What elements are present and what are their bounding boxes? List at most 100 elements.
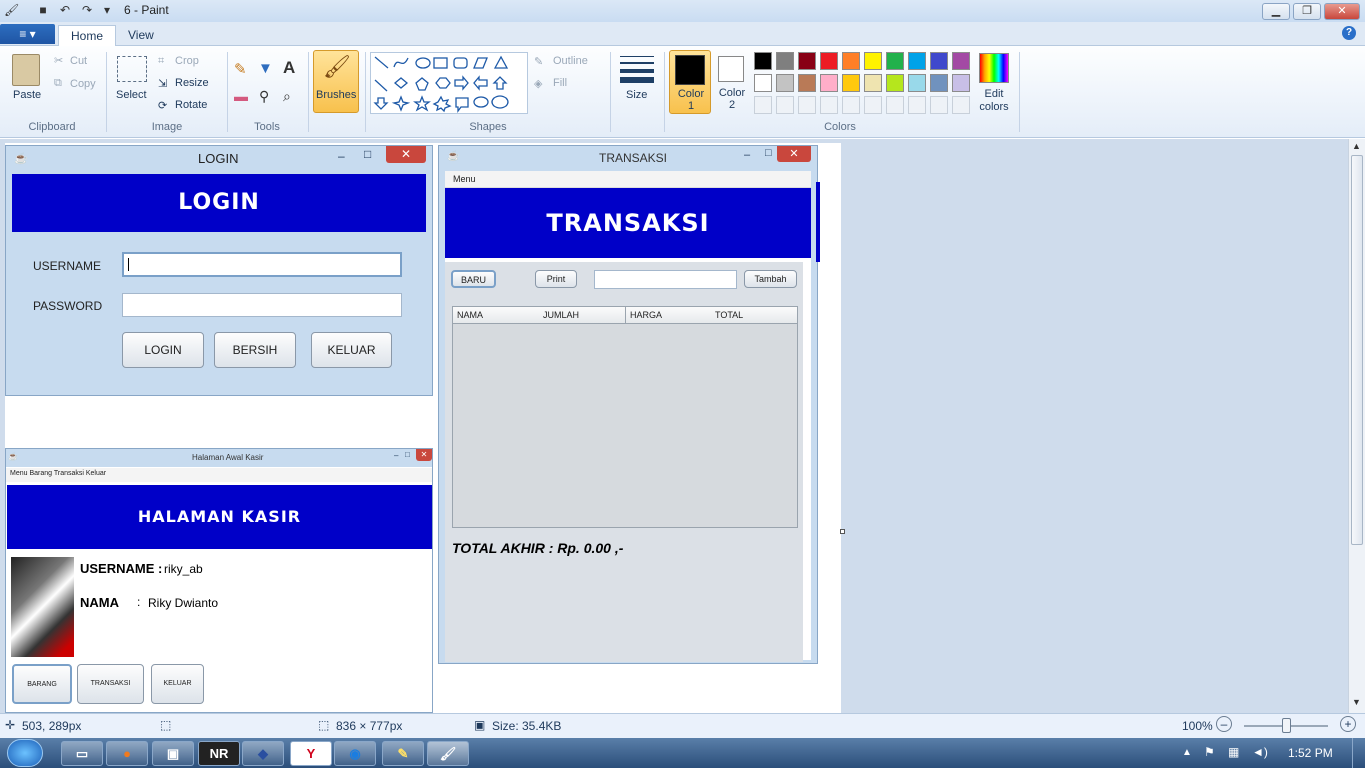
menu-item-menu[interactable]: Menu [453, 174, 476, 184]
kasir-transaksi-button[interactable]: TRANSAKSI [77, 664, 144, 704]
nr-taskbar-icon[interactable]: NR [198, 741, 240, 766]
vertical-scrollbar[interactable]: ▲ ▼ [1348, 139, 1365, 713]
magnifier-icon[interactable]: ⌕ [283, 88, 291, 105]
text-tool-icon[interactable]: A [283, 58, 295, 78]
tab-view[interactable]: View [116, 25, 166, 46]
print-button[interactable]: Print [535, 270, 577, 288]
color-swatch[interactable] [930, 74, 948, 92]
skype-taskbar-icon[interactable]: ◉ [334, 741, 376, 766]
login-button[interactable]: LOGIN [122, 332, 204, 368]
size-button[interactable]: Size [626, 89, 647, 101]
kasir-barang-button[interactable]: BARANG [12, 664, 72, 704]
color-swatch[interactable] [798, 74, 816, 92]
edit-colors-button[interactable]: Edit colors [977, 88, 1011, 114]
login-maximize-button[interactable]: □ [364, 147, 371, 161]
explorer-taskbar-icon[interactable]: ▭ [61, 741, 103, 766]
undo-icon[interactable]: ↶ [58, 3, 72, 17]
login-minimize-button[interactable]: – [338, 149, 345, 163]
edit-colors-icon[interactable] [979, 53, 1009, 83]
color-swatch[interactable] [842, 74, 860, 92]
notes-taskbar-icon[interactable]: ✎ [382, 741, 424, 766]
color-picker-icon[interactable]: ⚲ [259, 88, 269, 105]
color-swatch[interactable] [820, 74, 838, 92]
color-swatch[interactable] [776, 74, 794, 92]
save-icon[interactable]: ■ [36, 3, 50, 17]
zoom-slider-thumb[interactable] [1282, 718, 1291, 733]
empty-color-swatch[interactable] [842, 96, 860, 114]
color-swatch[interactable] [908, 52, 926, 70]
app-taskbar-icon[interactable]: ◆ [242, 741, 284, 766]
color-swatch[interactable] [952, 52, 970, 70]
empty-color-swatch[interactable] [930, 96, 948, 114]
brushes-button[interactable]: 🖌 Brushes [313, 50, 359, 113]
color-swatch[interactable] [908, 74, 926, 92]
empty-color-swatch[interactable] [776, 96, 794, 114]
start-button[interactable] [7, 739, 43, 767]
clear-button[interactable]: BERSIH [214, 332, 296, 368]
select-icon[interactable] [117, 56, 147, 82]
minimize-button[interactable]: ▁ [1262, 3, 1290, 20]
color-swatch[interactable] [886, 74, 904, 92]
app-taskbar-icon[interactable]: ▣ [152, 741, 194, 766]
add-button[interactable]: Tambah [744, 270, 797, 288]
eraser-icon[interactable]: ▬ [234, 88, 248, 104]
rotate-button[interactable]: Rotate [175, 99, 207, 111]
show-desktop-button[interactable] [1352, 738, 1365, 768]
scroll-down-icon[interactable]: ▼ [1352, 697, 1361, 707]
network-icon[interactable]: ▦ [1228, 745, 1239, 759]
crop-button[interactable]: Crop [175, 55, 199, 67]
zoom-in-icon[interactable]: + [1340, 716, 1356, 732]
paste-icon[interactable] [12, 54, 40, 86]
file-menu-button[interactable]: ≡ ▾ [0, 24, 55, 44]
color-swatch[interactable] [820, 52, 838, 70]
firefox-taskbar-icon[interactable]: ● [106, 741, 148, 766]
empty-color-swatch[interactable] [952, 96, 970, 114]
redo-icon[interactable]: ↷ [80, 3, 94, 17]
empty-color-swatch[interactable] [864, 96, 882, 114]
paste-button[interactable]: Paste [13, 89, 41, 101]
color-swatch[interactable] [754, 52, 772, 70]
maximize-button[interactable]: ❐ [1293, 3, 1321, 20]
close-button[interactable]: ✕ [1324, 3, 1360, 20]
select-button[interactable]: Select [116, 89, 147, 101]
password-input[interactable] [122, 293, 402, 317]
color1-button[interactable]: Color 1 [669, 50, 711, 114]
empty-color-swatch[interactable] [754, 96, 772, 114]
transaksi-minimize-button[interactable]: – [744, 149, 750, 161]
color-swatch[interactable] [930, 52, 948, 70]
canvas-resize-handle[interactable] [840, 529, 845, 534]
color-swatch[interactable] [952, 74, 970, 92]
empty-color-swatch[interactable] [820, 96, 838, 114]
exit-button[interactable]: KELUAR [311, 332, 392, 368]
paint-taskbar-icon[interactable]: 🖌 [427, 741, 469, 766]
resize-button[interactable]: Resize [175, 77, 209, 89]
size-icon[interactable] [620, 54, 654, 83]
pencil-icon[interactable]: ✎ [234, 60, 247, 78]
column-header-jumlah[interactable]: JUMLAH [543, 310, 579, 320]
show-hidden-icons[interactable]: ▲ [1182, 747, 1192, 758]
color-swatch[interactable] [798, 52, 816, 70]
color-swatch[interactable] [842, 52, 860, 70]
tab-home[interactable]: Home [58, 25, 117, 46]
scroll-up-icon[interactable]: ▲ [1352, 141, 1361, 151]
new-button[interactable]: BARU [451, 270, 496, 288]
transaksi-input[interactable] [594, 270, 737, 289]
kasir-menu-items[interactable]: Menu Barang Transaksi Keluar [10, 470, 106, 477]
clock[interactable]: 1:52 PM [1288, 746, 1333, 760]
column-header-total[interactable]: TOTAL [715, 310, 743, 320]
zoom-out-icon[interactable]: – [1216, 716, 1232, 732]
color-swatch[interactable] [886, 52, 904, 70]
column-header-nama[interactable]: NAMA [457, 310, 483, 320]
shapes-gallery[interactable] [370, 52, 528, 114]
color-swatch[interactable] [864, 74, 882, 92]
kasir-minimize-button[interactable]: – [394, 451, 398, 460]
kasir-close-button[interactable]: ✕ [416, 449, 432, 461]
copy-button[interactable]: Copy [70, 78, 96, 90]
outline-dropdown[interactable]: Outline [553, 55, 588, 67]
color-swatch[interactable] [776, 52, 794, 70]
quick-access-dropdown-icon[interactable]: ▾ [100, 3, 114, 17]
help-icon[interactable]: ? [1342, 26, 1356, 40]
empty-color-swatch[interactable] [886, 96, 904, 114]
username-input[interactable] [122, 252, 402, 277]
empty-color-swatch[interactable] [798, 96, 816, 114]
